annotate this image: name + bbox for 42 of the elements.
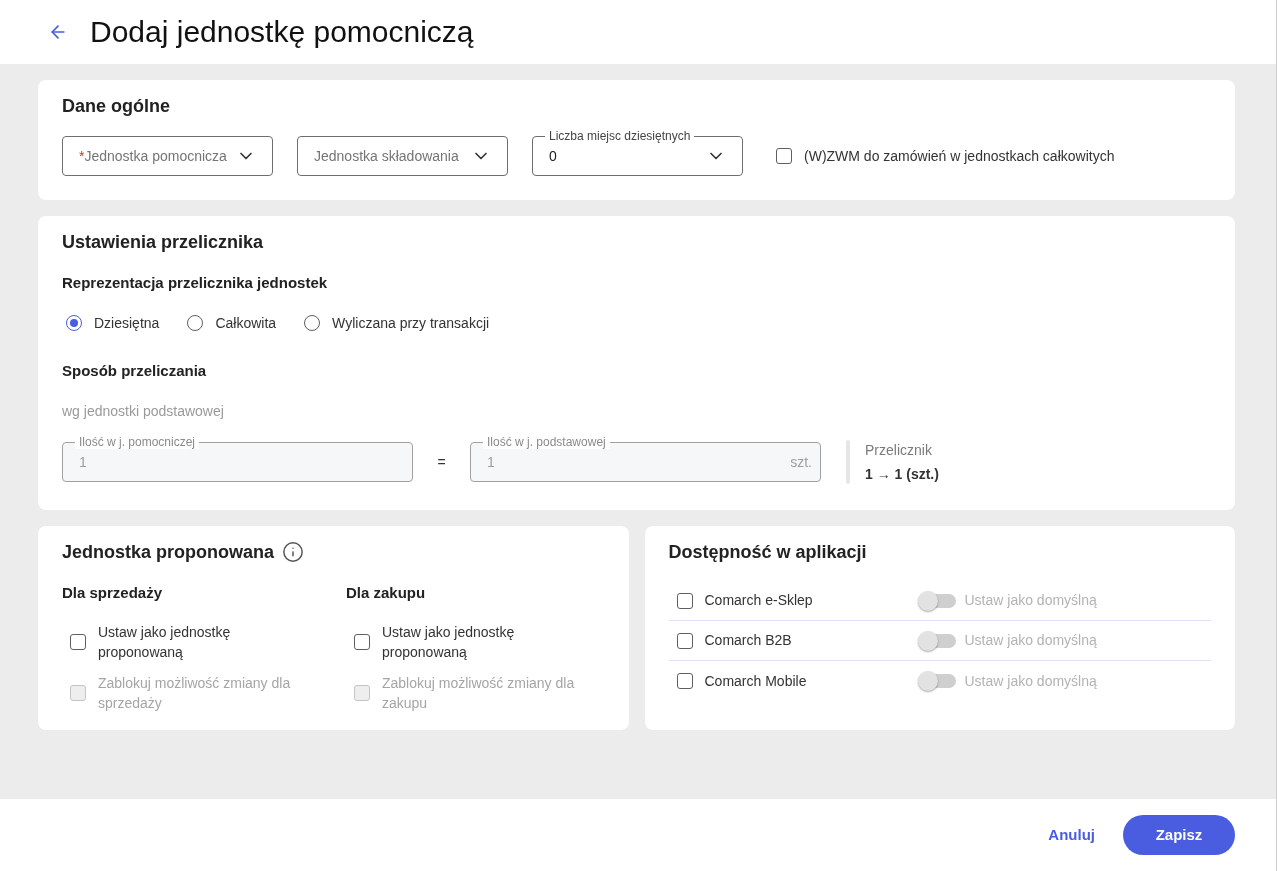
result-label: Przelicznik xyxy=(865,441,933,459)
toggle-label: Ustaw jako domyślną xyxy=(964,631,1097,650)
checkbox[interactable] xyxy=(354,634,370,650)
checkbox[interactable] xyxy=(776,148,792,164)
save-button[interactable]: Zapisz xyxy=(1123,815,1235,855)
checkbox-label: Ustaw jako jednostkę proponowaną xyxy=(382,623,516,662)
field-label: Liczba miejsc dziesiętnych xyxy=(545,129,695,143)
equals-sign: = xyxy=(436,452,447,472)
field-label: Ilość w j. podstawowej xyxy=(483,435,610,449)
app-name: Comarch e-Sklep xyxy=(704,591,814,610)
field-label: Ilość w j. pomocniczej xyxy=(75,435,200,449)
radio-label: Dziesiętna xyxy=(94,314,160,333)
subsection-title: Dla zakupu xyxy=(346,583,427,603)
checkbox-label: Ustaw jako jednostkę proponowaną xyxy=(98,623,232,662)
section-title: Dostępność w aplikacji xyxy=(668,541,868,564)
select-field[interactable]: Jednostka składowania xyxy=(297,136,508,176)
unit-suffix: szt. xyxy=(790,452,812,472)
info-icon[interactable] xyxy=(282,541,305,563)
app-name: Comarch Mobile xyxy=(704,671,808,691)
page-title: Dodaj jednostkę pomocniczą xyxy=(90,14,474,50)
result-value: 1 → 1 (szt.) xyxy=(865,465,939,483)
checkbox[interactable] xyxy=(70,634,86,650)
toggle-label: Ustaw jako domyślną xyxy=(964,671,1097,691)
checkbox-label: Zablokuj możliwość zmiany dla sprzedaży xyxy=(98,674,292,713)
radio-label: Wyliczana przy transakcji xyxy=(332,314,490,333)
radio-label: Całkowita xyxy=(215,314,277,333)
checkbox-label: (W)ZWM do zamówień w jednostkach całkowitych xyxy=(804,146,1115,166)
section-title: Jednostka proponowana xyxy=(62,541,275,564)
select-field[interactable]: *Jednostka pomocnicza xyxy=(62,136,273,176)
app-name: Comarch B2B xyxy=(704,631,793,650)
subsection-title: Sposób przeliczania xyxy=(62,361,208,381)
subsection-title: Dla sprzedaży xyxy=(62,583,164,603)
cancel-button[interactable]: Anuluj xyxy=(1032,815,1111,855)
basis-text: wg jednostki podstawowej xyxy=(62,402,225,421)
toggle-label: Ustaw jako domyślną xyxy=(964,591,1097,610)
checkbox[interactable] xyxy=(676,673,693,689)
subsection-title: Reprezentacja przelicznika jednostek xyxy=(62,273,329,293)
section-title: Dane ogólne xyxy=(62,95,171,118)
section-title: Ustawienia przelicznika xyxy=(62,231,265,254)
checkbox-label: Zablokuj możliwość zmiany dla zakupu xyxy=(382,674,576,713)
checkbox[interactable] xyxy=(676,632,693,649)
checkbox[interactable] xyxy=(676,592,693,609)
